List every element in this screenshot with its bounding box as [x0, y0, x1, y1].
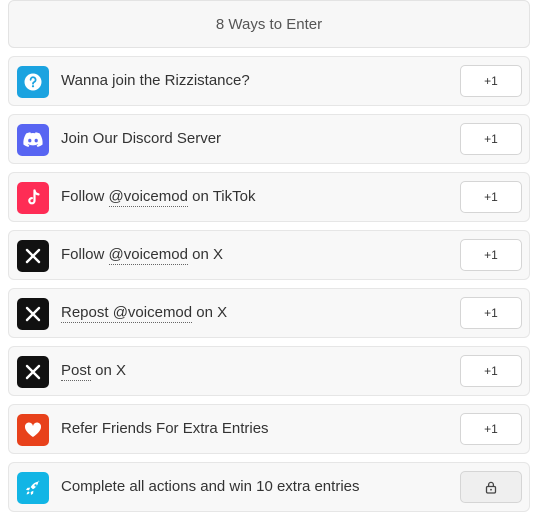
- entry-plus-one-button[interactable]: +1: [460, 65, 522, 97]
- entry-text: Follow: [61, 188, 109, 205]
- button-label: +1: [484, 422, 498, 436]
- entry-methods-header: 8 Ways to Enter: [8, 0, 530, 48]
- entry-row-discord[interactable]: Join Our Discord Server +1: [8, 114, 530, 164]
- locked-entry-button[interactable]: [460, 471, 522, 503]
- button-label: +1: [484, 248, 498, 262]
- entry-plus-one-button[interactable]: +1: [460, 239, 522, 271]
- entry-row-rizzistance[interactable]: Wanna join the Rizzistance? +1: [8, 56, 530, 106]
- handle-link[interactable]: @voicemod: [108, 188, 188, 207]
- entry-row-tiktok-follow[interactable]: Follow @voicemod on TikTok +1: [8, 172, 530, 222]
- entry-text: Complete all actions and win 10 extra en…: [61, 478, 360, 495]
- lock-icon: [485, 481, 497, 494]
- entry-text: on TikTok: [187, 188, 256, 205]
- x-icon: [17, 240, 49, 272]
- button-label: +1: [484, 74, 498, 88]
- entry-plus-one-button[interactable]: +1: [460, 181, 522, 213]
- entry-row-x-repost[interactable]: Repost @voicemod on X +1: [8, 288, 530, 338]
- entry-text: on X: [192, 304, 228, 321]
- entry-label: Wanna join the Rizzistance?: [61, 57, 250, 105]
- entry-text: Refer Friends For Extra Entries: [61, 420, 269, 437]
- entry-row-x-post[interactable]: Post on X +1: [8, 346, 530, 396]
- entry-label: Follow @voicemod on X: [61, 231, 223, 279]
- button-label: +1: [484, 190, 498, 204]
- entry-label: Repost @voicemod on X: [61, 289, 227, 337]
- post-link[interactable]: Post: [61, 362, 92, 381]
- discord-icon: [17, 124, 49, 156]
- heart-icon: [17, 414, 49, 446]
- repost-link[interactable]: Repost @voicemod: [61, 304, 193, 323]
- entry-text: on X: [91, 362, 127, 379]
- button-label: +1: [484, 306, 498, 320]
- entry-text: Join Our Discord Server: [61, 130, 222, 147]
- button-label: +1: [484, 132, 498, 146]
- entry-label: Complete all actions and win 10 extra en…: [61, 463, 360, 511]
- button-label: +1: [484, 364, 498, 378]
- entry-label: Follow @voicemod on TikTok: [61, 173, 255, 221]
- help-circle-icon: [17, 66, 49, 98]
- entry-row-refer-friends[interactable]: Refer Friends For Extra Entries +1: [8, 404, 530, 454]
- entry-text: Wanna join the Rizzistance?: [61, 72, 250, 89]
- entry-label: Refer Friends For Extra Entries: [61, 405, 269, 453]
- entry-text: Follow: [61, 246, 109, 263]
- entry-methods-widget: 8 Ways to Enter Wanna join the Rizzistan…: [0, 0, 540, 520]
- entry-label: Join Our Discord Server: [61, 115, 221, 163]
- handle-link[interactable]: @voicemod: [108, 246, 188, 265]
- entry-plus-one-button[interactable]: +1: [460, 355, 522, 387]
- entry-row-complete-all[interactable]: Complete all actions and win 10 extra en…: [8, 462, 530, 512]
- entry-plus-one-button[interactable]: +1: [460, 123, 522, 155]
- rocket-icon: [17, 472, 49, 504]
- header-title: 8 Ways to Enter: [215, 15, 323, 33]
- entry-label: Post on X: [61, 347, 126, 395]
- x-icon: [17, 356, 49, 388]
- entry-plus-one-button[interactable]: +1: [460, 413, 522, 445]
- tiktok-icon: [17, 182, 49, 214]
- entry-plus-one-button[interactable]: +1: [460, 297, 522, 329]
- entry-text: on X: [187, 246, 223, 263]
- x-icon: [17, 298, 49, 330]
- entry-row-x-follow[interactable]: Follow @voicemod on X +1: [8, 230, 530, 280]
